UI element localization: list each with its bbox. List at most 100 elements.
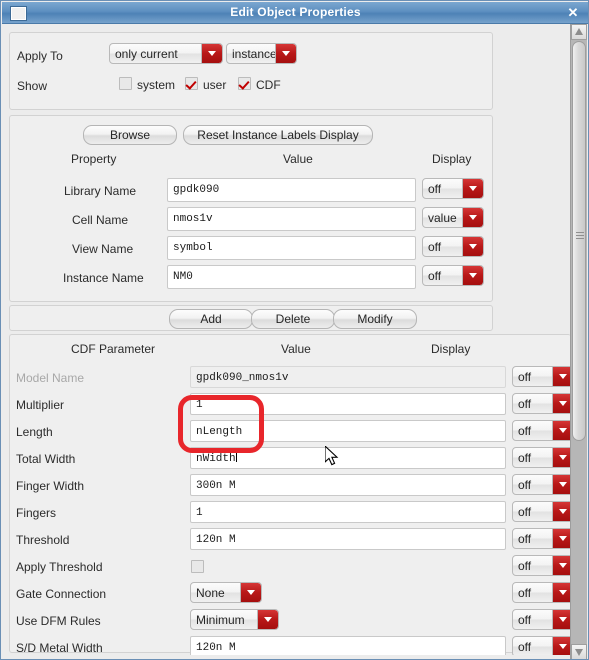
view-name-display-value: off — [428, 240, 442, 254]
finger-width-input[interactable]: 300n M — [190, 474, 506, 496]
total-width-display-dropdown[interactable]: off — [512, 447, 574, 468]
add-button[interactable]: Add — [169, 309, 253, 329]
library-name-display-dropdown[interactable]: off — [422, 178, 484, 199]
cdf-parameter-column-header: CDF Parameter — [71, 342, 156, 356]
cell-name-display-dropdown[interactable]: value — [422, 207, 484, 228]
show-user-label: user — [203, 78, 227, 92]
reset-instance-labels-display-button[interactable]: Reset Instance Labels Display — [183, 125, 373, 145]
finger-width-label: Finger Width — [16, 479, 85, 493]
instance-name-label: Instance Name — [63, 271, 144, 285]
show-cdf-label: CDF — [256, 78, 281, 92]
apply-threshold-checkbox[interactable] — [191, 560, 204, 573]
fingers-label: Fingers — [16, 506, 57, 520]
delete-button[interactable]: Delete — [251, 309, 335, 329]
cdf-parameter-panel: CDF Parameter Value Display Model Name g… — [9, 334, 574, 658]
length-display-value: off — [518, 424, 532, 438]
chevron-down-icon — [257, 610, 278, 629]
chevron-down-icon — [275, 44, 296, 63]
multiplier-display-value: off — [518, 397, 532, 411]
total-width-input[interactable]: nWidth — [190, 447, 506, 469]
instance-name-display-dropdown[interactable]: off — [422, 265, 484, 286]
chevron-down-icon — [462, 179, 483, 198]
total-width-label: Total Width — [16, 452, 76, 466]
library-name-label: Library Name — [64, 184, 137, 198]
use-dfm-rules-display-dropdown[interactable]: off — [512, 609, 574, 630]
gate-connection-label: Gate Connection — [16, 587, 107, 601]
show-system-checkbox[interactable] — [119, 77, 132, 90]
instance-name-input[interactable]: NM0 — [167, 265, 416, 289]
fingers-display-dropdown[interactable]: off — [512, 501, 574, 522]
apply-to-label: Apply To — [17, 49, 63, 63]
browse-button[interactable]: Browse — [83, 125, 177, 145]
gate-connection-display-dropdown[interactable]: off — [512, 582, 574, 603]
chevron-down-icon — [462, 208, 483, 227]
view-name-label: View Name — [72, 242, 134, 256]
fingers-display-value: off — [518, 505, 532, 519]
chevron-down-icon — [240, 583, 261, 602]
length-input[interactable]: nLength — [190, 420, 506, 442]
gate-connection-display-value: off — [518, 586, 532, 600]
cdf-display-column-header: Display — [431, 342, 471, 356]
apply-threshold-label: Apply Threshold — [16, 560, 103, 574]
library-name-input[interactable]: gpdk090 — [167, 178, 416, 202]
length-display-dropdown[interactable]: off — [512, 420, 574, 441]
apply-object-value: instance — [232, 47, 277, 61]
finger-width-display-value: off — [518, 478, 532, 492]
apply-object-dropdown[interactable]: instance — [226, 43, 297, 64]
show-label: Show — [17, 79, 48, 93]
library-name-display-value: off — [428, 182, 442, 196]
window-title: Edit Object Properties — [230, 5, 361, 19]
total-width-value: nWidth — [196, 453, 236, 465]
multiplier-label: Multiplier — [16, 398, 65, 412]
apply-scope-dropdown[interactable]: only current — [109, 43, 223, 64]
chevron-down-icon — [462, 266, 483, 285]
use-dfm-rules-display-value: off — [518, 613, 532, 627]
chevron-down-icon — [201, 44, 222, 63]
gate-connection-dropdown[interactable]: None — [190, 582, 262, 603]
threshold-input[interactable]: 120n M — [190, 528, 506, 550]
multiplier-input[interactable]: 1 — [190, 393, 506, 415]
sd-metal-width-display-value: off — [518, 640, 532, 654]
cell-name-display-value: value — [428, 211, 457, 225]
value-column-header: Value — [283, 152, 313, 166]
length-label: Length — [16, 425, 53, 439]
modify-button[interactable]: Modify — [333, 309, 417, 329]
threshold-display-value: off — [518, 532, 532, 546]
view-name-display-dropdown[interactable]: off — [422, 236, 484, 257]
scrollbar-thumb[interactable] — [572, 41, 586, 441]
model-name-input: gpdk090_nmos1v — [190, 366, 506, 388]
apply-threshold-display-value: off — [518, 559, 532, 573]
scroll-up-arrow-icon[interactable] — [571, 24, 587, 40]
gate-connection-value: None — [196, 586, 225, 600]
use-dfm-rules-dropdown[interactable]: Minimum — [190, 609, 279, 630]
cell-name-input[interactable]: nmos1v — [167, 207, 416, 231]
edit-object-properties-dialog: Edit Object Properties ✕ Apply To only c… — [0, 0, 589, 660]
apply-threshold-display-dropdown[interactable]: off — [512, 555, 574, 576]
sd-metal-width-display-dropdown[interactable]: off — [512, 636, 574, 657]
show-cdf-checkbox[interactable] — [238, 77, 251, 90]
sd-metal-width-label: S/D Metal Width — [16, 641, 103, 655]
threshold-label: Threshold — [16, 533, 70, 547]
property-panel: Browse Reset Instance Labels Display Pro… — [9, 115, 493, 302]
property-column-header: Property — [71, 152, 117, 166]
show-system-label: system — [137, 78, 176, 92]
apply-to-panel: Apply To only current instance Show syst… — [9, 32, 493, 110]
scrollbar-grip-icon — [576, 232, 584, 239]
finger-width-display-dropdown[interactable]: off — [512, 474, 574, 495]
use-dfm-rules-label: Use DFM Rules — [16, 614, 101, 628]
apply-scope-value: only current — [115, 47, 178, 61]
chevron-down-icon — [462, 237, 483, 256]
close-icon[interactable]: ✕ — [565, 5, 581, 21]
view-name-input[interactable]: symbol — [167, 236, 416, 260]
show-user-checkbox[interactable] — [185, 77, 198, 90]
multiplier-display-dropdown[interactable]: off — [512, 393, 574, 414]
scroll-down-arrow-icon[interactable] — [571, 644, 587, 659]
fingers-input[interactable]: 1 — [190, 501, 506, 523]
edit-buttons-panel: Add Delete Modify — [9, 305, 493, 331]
threshold-display-dropdown[interactable]: off — [512, 528, 574, 549]
vertical-scrollbar[interactable] — [570, 24, 587, 659]
text-caret — [235, 451, 237, 462]
cell-name-label: Cell Name — [72, 213, 129, 227]
model-name-display-dropdown[interactable]: off — [512, 366, 574, 387]
total-width-display-value: off — [518, 451, 532, 465]
